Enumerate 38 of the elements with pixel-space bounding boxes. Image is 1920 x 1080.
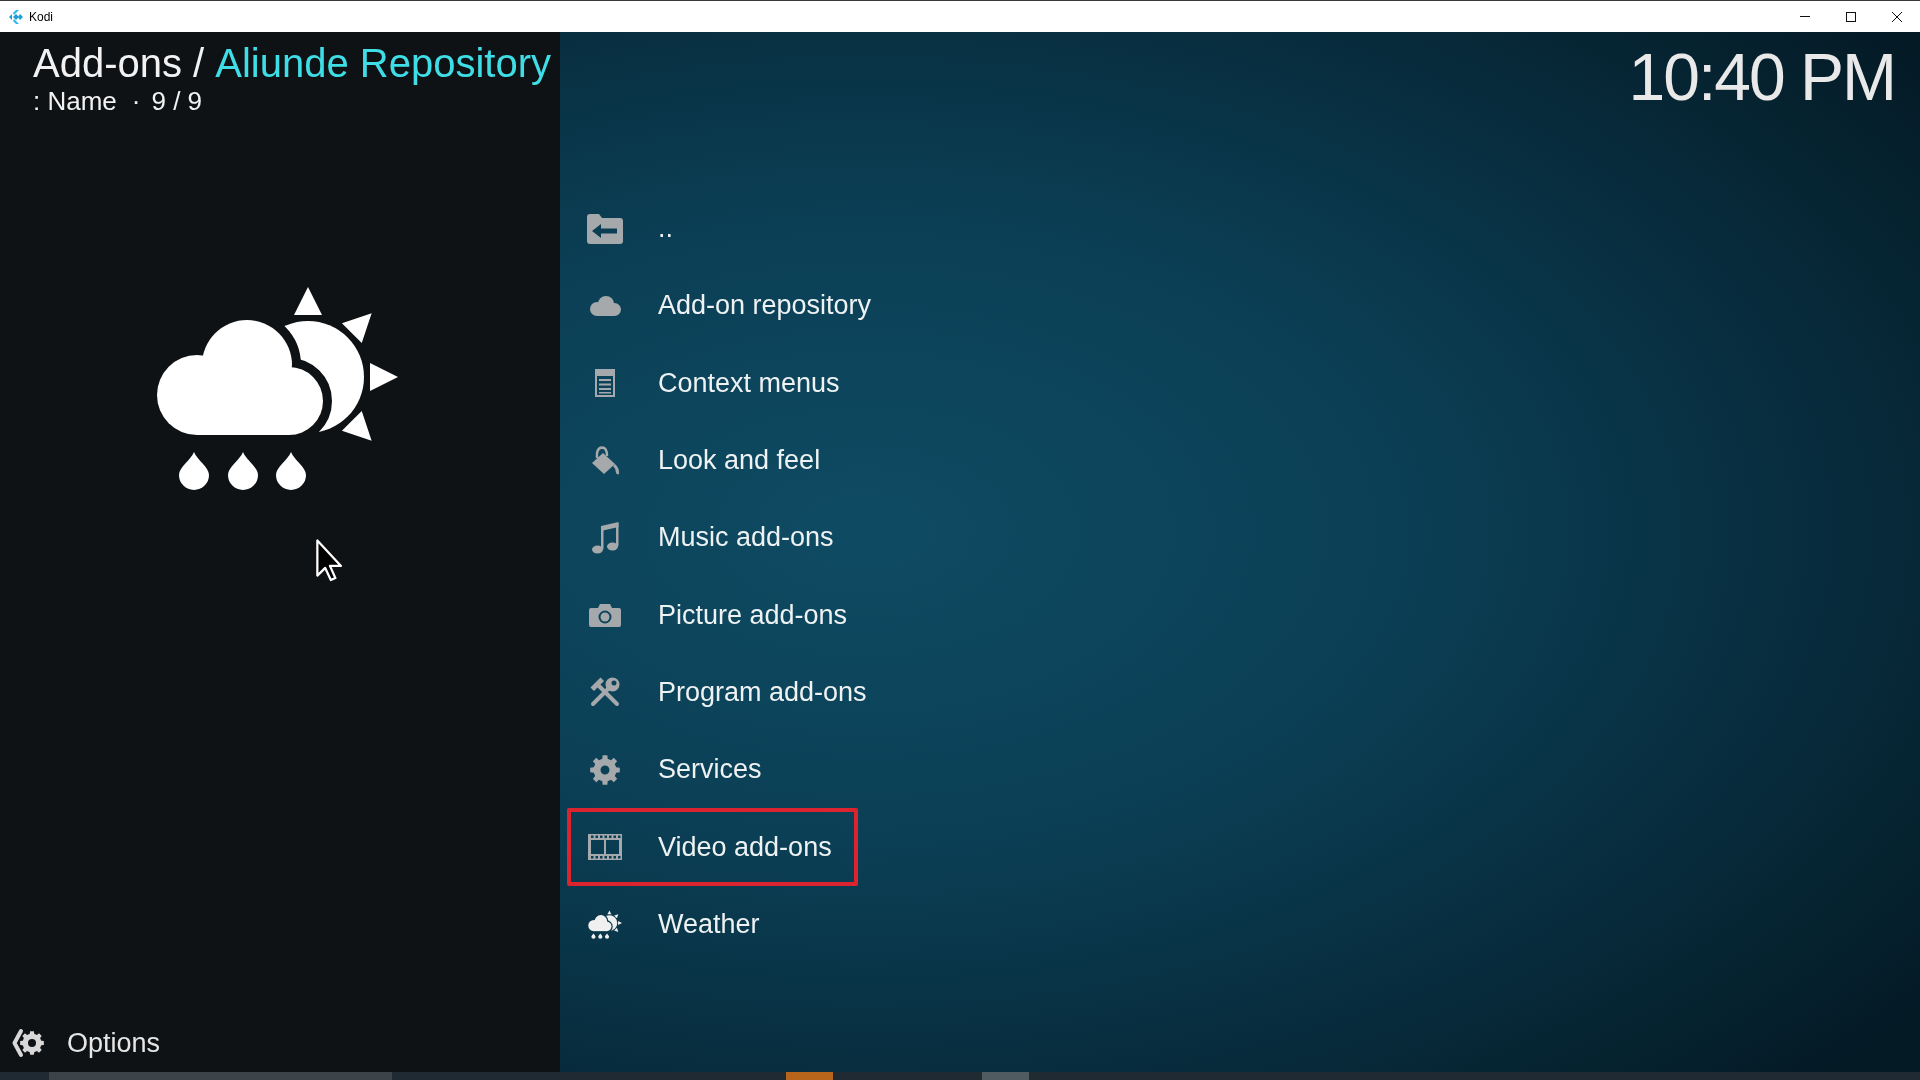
maximize-icon (1846, 11, 1856, 22)
window-title: Kodi (29, 8, 54, 26)
taskbar-app-icon[interactable] (982, 1072, 1029, 1080)
list-item[interactable]: Program add-ons (567, 653, 893, 732)
chevron-gear-icon (12, 1026, 44, 1060)
list-item[interactable]: Picture add-ons (567, 576, 874, 654)
list-item[interactable]: Weather (567, 885, 786, 963)
mouse-pointer-icon (316, 539, 343, 582)
app-logo-icon (9, 9, 23, 24)
gear-icon (590, 754, 620, 785)
list-item[interactable]: Music add-ons (567, 499, 860, 577)
separator-dot: · (131, 88, 141, 114)
breadcrumb-current: Aliunde Repository (215, 43, 551, 83)
cloud-sun-rain-icon (588, 909, 622, 939)
search-field[interactable] (49, 1072, 392, 1080)
list-item[interactable]: Services (567, 731, 788, 809)
taskbar-app-icon[interactable] (786, 1072, 833, 1080)
camera-icon (589, 603, 621, 628)
document-icon (595, 369, 615, 398)
list-item[interactable]: Look and feel (567, 421, 847, 500)
paint-bucket-icon (590, 445, 620, 476)
cloud-sun-rain-icon (155, 285, 398, 490)
folder-arrow-icon (587, 213, 623, 244)
item-count: 9 / 9 (151, 88, 203, 114)
list-item[interactable]: .. (567, 190, 699, 268)
minimize-icon (1800, 16, 1810, 17)
sort-label: : Name (33, 88, 117, 114)
breadcrumb-parent: Add-ons / (33, 43, 205, 83)
cloud-icon (588, 295, 622, 316)
hammer-wrench-icon (590, 677, 620, 708)
options-button[interactable]: Options (12, 1026, 161, 1060)
list-item[interactable]: Context menus (567, 344, 866, 422)
clock: 10:40 PM (1628, 44, 1895, 110)
close-icon (1892, 11, 1902, 22)
list-item[interactable]: Video add-ons (567, 808, 858, 886)
list-item[interactable]: Add-on repository (567, 267, 898, 345)
film-strip-icon (588, 834, 622, 860)
music-note-icon (591, 521, 619, 554)
